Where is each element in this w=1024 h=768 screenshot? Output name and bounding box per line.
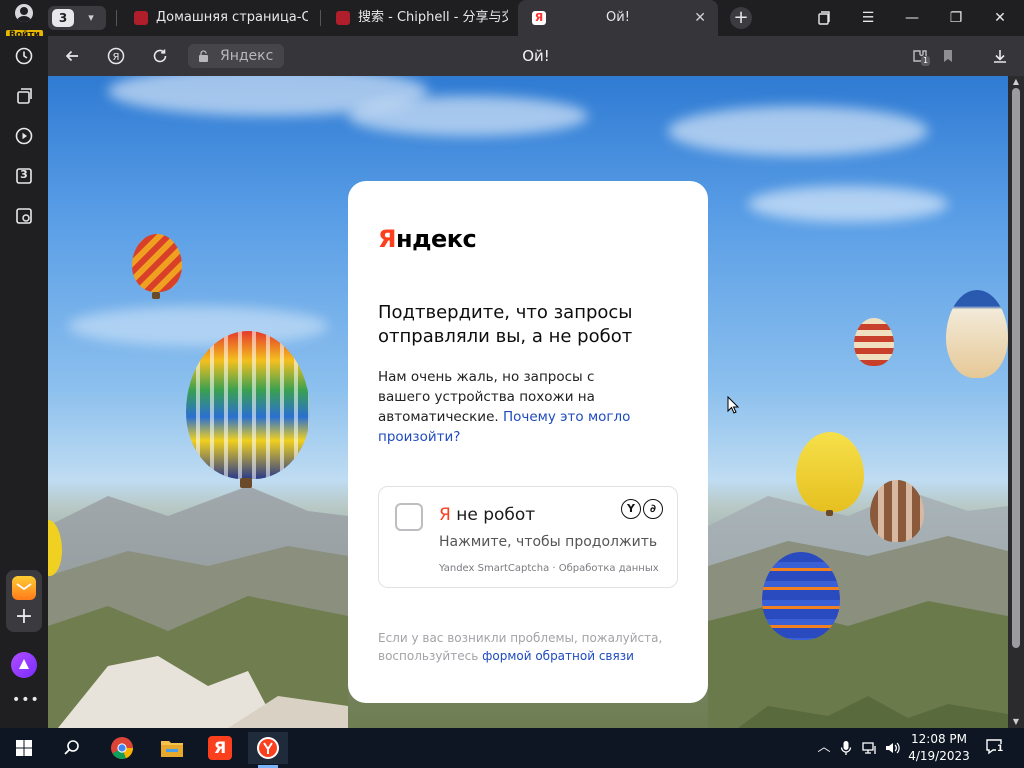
svg-text:Я: Я bbox=[113, 52, 120, 63]
close-tab-icon[interactable]: ✕ bbox=[694, 0, 706, 36]
captcha-heading: Подтвердите, что запросы отправляли вы, … bbox=[378, 302, 633, 347]
extensions-badge: 1 bbox=[921, 56, 931, 66]
back-arrow-icon[interactable] bbox=[60, 44, 84, 68]
hot-air-balloon bbox=[854, 318, 894, 366]
yandex-app-icon[interactable]: Я bbox=[200, 732, 240, 764]
cloud bbox=[668, 106, 928, 156]
yandex-home-icon[interactable]: Я bbox=[104, 44, 128, 68]
scroll-down-icon[interactable]: ▼ bbox=[1008, 716, 1024, 728]
browser-sidebar: 3 + ••• bbox=[0, 36, 48, 728]
cloud bbox=[348, 96, 588, 136]
smartcaptcha-legal[interactable]: Yandex SmartCaptcha · Обработка данных bbox=[439, 563, 659, 574]
tab-group-button[interactable]: 3 ▾ bbox=[48, 6, 106, 30]
feedback-form-link[interactable]: формой обратной связи bbox=[482, 649, 634, 663]
tab-chiphell-search[interactable]: 搜索 - Chiphell - 分享与交 bbox=[322, 0, 516, 36]
tab-active-oops[interactable]: Я Ой! ✕ bbox=[518, 0, 718, 36]
history-icon[interactable] bbox=[12, 44, 36, 68]
sidebar-counter: 3 bbox=[20, 168, 28, 181]
start-windows-icon[interactable] bbox=[4, 732, 44, 764]
title-bar: Войти 3 ▾ Домашняя страница-Chip 搜索 - Ch… bbox=[0, 0, 1024, 41]
file-explorer-icon[interactable] bbox=[152, 732, 192, 764]
yandex-browser-icon[interactable] bbox=[248, 732, 288, 768]
chiphell-icon bbox=[134, 11, 148, 25]
chevron-down-icon[interactable]: ▾ bbox=[82, 9, 100, 27]
clock-time: 12:08 PM bbox=[911, 732, 967, 746]
tab-separator bbox=[116, 10, 117, 26]
clock-date: 4/19/2023 bbox=[908, 749, 970, 763]
page-scrollbar[interactable]: ▲ ▼ bbox=[1008, 76, 1024, 728]
restore-button[interactable]: ❐ bbox=[934, 0, 978, 36]
reload-icon[interactable] bbox=[148, 44, 172, 68]
balloon-basket bbox=[240, 478, 252, 488]
user-avatar-icon bbox=[15, 4, 33, 22]
scrollbar-thumb[interactable] bbox=[1012, 88, 1020, 648]
hot-air-balloon bbox=[132, 234, 182, 292]
close-window-button[interactable]: ✕ bbox=[978, 0, 1022, 36]
smartcaptcha-badge-icon: ∂ bbox=[643, 499, 663, 519]
yandex-logo: Яндекс bbox=[378, 225, 477, 253]
chrome-icon[interactable] bbox=[102, 732, 142, 764]
new-tab-button[interactable]: + bbox=[730, 7, 752, 29]
bookmark-icon[interactable] bbox=[936, 44, 960, 68]
sidebar-counter-icon[interactable]: 3 bbox=[12, 164, 36, 188]
hot-air-balloon bbox=[762, 552, 840, 640]
hot-air-balloon bbox=[186, 331, 310, 479]
hot-air-balloon bbox=[946, 290, 1008, 378]
show-hidden-icons-icon[interactable]: ︿ bbox=[814, 738, 834, 758]
download-icon[interactable] bbox=[988, 44, 1012, 68]
browser-toolbar: Я Яндекс Ой! 1 bbox=[48, 36, 1024, 76]
captcha-description: Нам очень жаль, но запросы с вашего устр… bbox=[378, 369, 631, 445]
alice-assistant-icon[interactable] bbox=[11, 652, 37, 678]
captcha-card: Яндекс Подтвердите, что запросы отправля… bbox=[348, 181, 708, 703]
microphone-icon[interactable] bbox=[836, 738, 856, 758]
balloon-basket bbox=[826, 510, 833, 516]
cloud bbox=[68, 306, 328, 346]
notifications-icon[interactable]: 1 bbox=[984, 736, 1006, 758]
scroll-up-icon[interactable]: ▲ bbox=[1008, 76, 1024, 88]
hot-air-balloon bbox=[796, 432, 864, 512]
tab-chiphell-home[interactable]: Домашняя страница-Chip bbox=[120, 0, 316, 36]
screenshot-camera-icon[interactable] bbox=[12, 204, 36, 228]
balloon-basket bbox=[152, 292, 160, 299]
cloud bbox=[748, 186, 948, 222]
sidebar-apps-panel: + bbox=[6, 570, 42, 632]
tab-title: 搜索 - Chiphell - 分享与交 bbox=[358, 10, 508, 25]
tab-separator bbox=[320, 10, 321, 26]
menu-icon[interactable]: ☰ bbox=[846, 0, 890, 36]
address-bar[interactable]: Яндекс bbox=[188, 44, 284, 68]
system-clock[interactable]: 12:08 PM 4/19/2023 bbox=[908, 731, 970, 765]
search-icon[interactable] bbox=[52, 732, 92, 764]
profile-button[interactable]: Войти bbox=[6, 2, 43, 41]
lock-icon bbox=[199, 50, 208, 62]
captcha-badges: Y ∂ bbox=[621, 499, 665, 521]
tab-manager-icon[interactable] bbox=[802, 0, 846, 36]
mail-icon[interactable] bbox=[12, 576, 36, 600]
address-text: Яндекс bbox=[220, 48, 274, 64]
tab-title: Ой! bbox=[606, 10, 630, 25]
feedback-note: Если у вас возникли проблемы, пожалуйста… bbox=[378, 631, 663, 663]
smartcaptcha-widget[interactable]: Я не робот Нажмите, чтобы продолжить Yan… bbox=[378, 486, 678, 588]
windows-taskbar: Я ︿ 12:08 PM 4/19/2023 1 bbox=[0, 728, 1024, 768]
more-icon[interactable]: ••• bbox=[12, 693, 39, 710]
tab-group-count: 3 bbox=[52, 9, 74, 27]
yandex-badge-icon: Y bbox=[621, 499, 641, 519]
chiphell-icon bbox=[336, 11, 350, 25]
collections-icon[interactable] bbox=[12, 84, 36, 108]
extensions-icon[interactable]: 1 bbox=[908, 44, 932, 68]
hot-air-balloon bbox=[870, 480, 924, 542]
click-to-continue-hint: Нажмите, чтобы продолжить bbox=[439, 534, 658, 550]
not-robot-label: Я не робот bbox=[439, 505, 536, 525]
tab-title: Домашняя страница-Chip bbox=[156, 10, 308, 25]
volume-icon[interactable] bbox=[882, 738, 902, 758]
video-play-icon[interactable] bbox=[12, 124, 36, 148]
notification-count: 1 bbox=[996, 744, 1005, 754]
not-robot-checkbox[interactable] bbox=[395, 503, 423, 531]
add-app-icon[interactable]: + bbox=[12, 606, 36, 630]
mouse-cursor-icon bbox=[727, 396, 739, 414]
network-icon[interactable] bbox=[860, 738, 880, 758]
minimize-button[interactable]: — bbox=[890, 0, 934, 36]
